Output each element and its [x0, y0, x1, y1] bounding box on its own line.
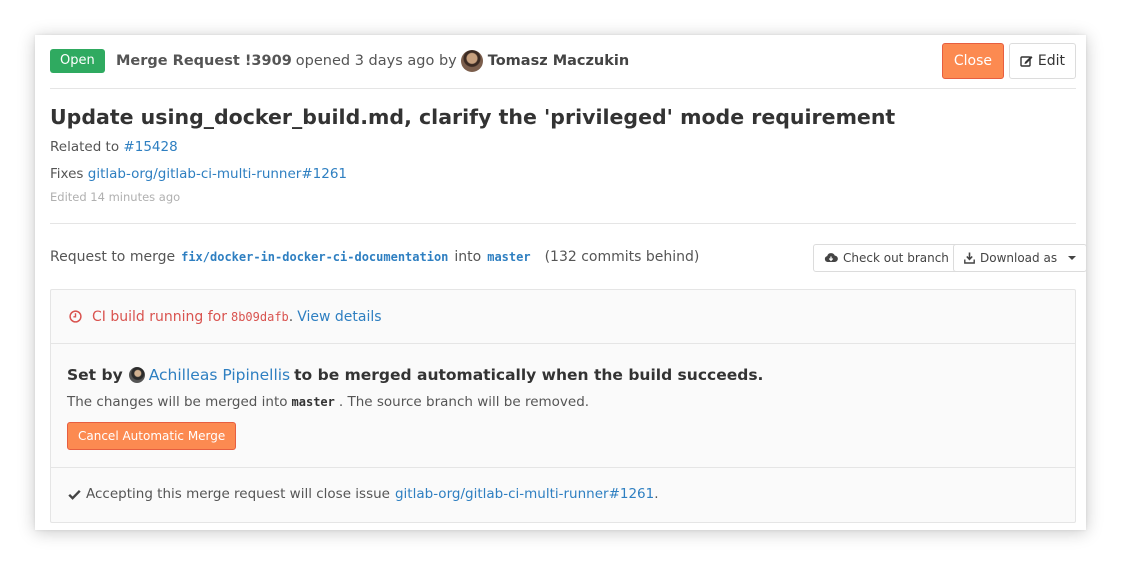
branch-prefix: Request to merge [50, 249, 176, 265]
commit-sha[interactable]: 8b09dafb [231, 310, 289, 324]
related-prefix: Related to [50, 139, 120, 155]
ci-period: . [288, 308, 294, 325]
set-by-user-link[interactable]: Achilleas Pipinellis [149, 366, 290, 384]
status-badge: Open [50, 49, 105, 73]
edited-timestamp: Edited 14 minutes ago [50, 190, 181, 204]
merge-request-card: Open Merge Request !3909 opened 3 days a… [35, 35, 1088, 530]
user-avatar[interactable] [128, 367, 145, 383]
divider [50, 223, 1076, 224]
author-avatar[interactable] [460, 50, 483, 72]
merge-changes-text: The changes will be merged into master. T… [67, 394, 589, 410]
target-branch[interactable]: master [487, 250, 530, 264]
changes-suffix: . The source branch will be removed. [338, 394, 590, 410]
page-title: Update using_docker_build.md, clarify th… [50, 105, 896, 129]
download-as-dropdown[interactable]: Download as [953, 244, 1088, 272]
edit-button[interactable]: Edit [1008, 43, 1076, 79]
set-by-suffix: to be merged automatically when the buil… [294, 366, 764, 384]
ci-status-text: CI build running for [92, 308, 227, 325]
related-line: Related to #15428 [50, 139, 178, 155]
pencil-square-icon [1020, 54, 1034, 68]
opened-text: opened 3 days ago by [295, 53, 457, 69]
commits-behind: (132 commits behind) [544, 249, 700, 265]
download-label: Download as [980, 251, 1058, 265]
view-details-link[interactable]: View details [297, 309, 381, 325]
set-by-line: Set by Achilleas Pipinellis to be merged… [67, 366, 763, 384]
check-icon [68, 489, 81, 500]
checkout-branch-button[interactable]: Check out branch [813, 244, 960, 272]
mr-reference: Merge Request !3909 [116, 53, 292, 69]
chevron-down-icon [1068, 256, 1077, 260]
edit-label: Edit [1037, 53, 1065, 69]
checkout-label: Check out branch [843, 251, 949, 265]
closing-issues-row: Accepting this merge request will close … [68, 486, 659, 502]
cancel-automatic-merge-button[interactable]: Cancel Automatic Merge [67, 422, 237, 450]
set-by-prefix: Set by [67, 366, 123, 384]
mr-header-info: Merge Request !3909 opened 3 days ago by… [116, 50, 629, 72]
cloud-download-icon [824, 252, 838, 264]
fixes-issue-link[interactable]: gitlab-org/gitlab-ci-multi-runner#1261 [88, 166, 347, 182]
author-name[interactable]: Tomasz Maczukin [488, 50, 629, 72]
source-branch[interactable]: fix/docker-in-docker-ci-documentation [181, 250, 448, 264]
closing-suffix: . [654, 486, 659, 502]
mr-header: Open Merge Request !3909 opened 3 days a… [50, 35, 1076, 89]
ci-status-row: CI build running for 8b09dafb . View det… [51, 290, 1075, 344]
related-issue-link[interactable]: #15428 [123, 139, 177, 155]
download-icon [964, 252, 975, 264]
clock-icon [69, 310, 82, 323]
changes-target-branch: master [291, 395, 335, 409]
branch-into: into [454, 249, 482, 265]
changes-prefix: The changes will be merged into [67, 394, 288, 410]
fixes-prefix: Fixes [50, 166, 84, 182]
merge-widget: CI build running for 8b09dafb . View det… [50, 289, 1076, 523]
fixes-line: Fixes gitlab-org/gitlab-ci-multi-runner#… [50, 166, 347, 182]
closing-prefix: Accepting this merge request will close … [86, 486, 390, 502]
close-button[interactable]: Close [941, 43, 1004, 79]
closing-issue-link[interactable]: gitlab-org/gitlab-ci-multi-runner#1261 [395, 486, 654, 502]
branch-info: Request to merge fix/docker-in-docker-ci… [50, 247, 699, 267]
automatic-merge-section: Set by Achilleas Pipinellis to be merged… [51, 344, 1075, 468]
